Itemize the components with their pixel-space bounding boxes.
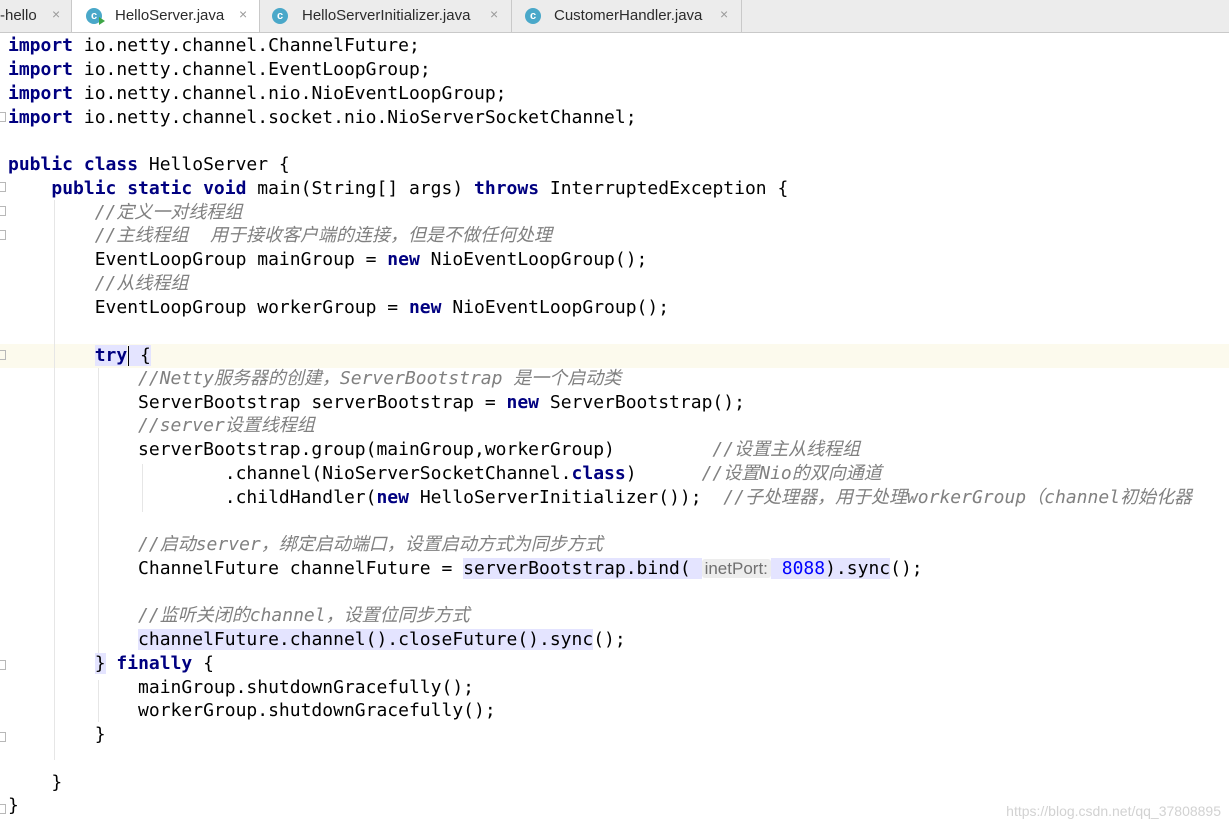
code-line-1: import io.netty.channel.ChannelFuture; — [8, 35, 420, 56]
java-class-runnable-icon: c — [86, 8, 105, 25]
code-line-32: } — [8, 772, 63, 793]
code-line-8: //定义一对线程组 — [94, 202, 243, 223]
code-line-26: channelFuture.channel().closeFuture().sy… — [138, 629, 626, 650]
tab-helloserverinitializer[interactable]: c HelloServerInitializer.java × — [260, 0, 512, 32]
current-line-highlight — [0, 344, 1229, 368]
parameter-hint: inetPort: — [701, 559, 771, 578]
code-editor[interactable]: import io.netty.channel.ChannelFuture; i… — [0, 34, 1229, 827]
java-class-icon: c — [272, 8, 288, 24]
watermark: https://blog.csdn.net/qq_37808895 — [1006, 803, 1221, 819]
code-line-15: //Netty服务器的创建，ServerBootstrap 是一个启动类 — [138, 368, 622, 389]
code-line-10: EventLoopGroup mainGroup = new NioEventL… — [8, 249, 648, 270]
code-line-6: public class HelloServer { — [8, 154, 290, 175]
close-icon[interactable]: × — [720, 6, 728, 22]
code-line-33: } — [8, 795, 19, 816]
code-line-11: //从线程组 — [94, 273, 189, 294]
fold-marker-icon[interactable] — [0, 206, 6, 216]
code-line-25: //监听关闭的channel，设置位同步方式 — [138, 605, 470, 626]
fold-marker-icon[interactable] — [0, 660, 6, 670]
tab-hello[interactable]: -hello × — [0, 0, 72, 32]
close-icon[interactable]: × — [490, 6, 498, 22]
fold-marker-icon[interactable] — [0, 732, 6, 742]
code-line-17: //server设置线程组 — [138, 415, 315, 436]
fold-marker-icon[interactable] — [0, 230, 6, 240]
fold-marker-icon[interactable] — [0, 182, 6, 192]
code-line-22: //启动server，绑定启动端口，设置启动方式为同步方式 — [138, 534, 603, 555]
code-line-23: ChannelFuture channelFuture = serverBoot… — [8, 558, 923, 579]
code-line-16: ServerBootstrap serverBootstrap = new Se… — [8, 392, 745, 413]
code-line-14: try { — [94, 345, 151, 366]
code-line-4: import io.netty.channel.socket.nio.NioSe… — [8, 107, 637, 128]
code-line-3: import io.netty.channel.nio.NioEventLoop… — [8, 83, 507, 104]
code-line-30: } — [8, 724, 106, 745]
code-line-27: } finally { — [94, 653, 214, 674]
code-line-29: workerGroup.shutdownGracefully(); — [8, 700, 496, 721]
java-class-icon: c — [525, 8, 541, 24]
fold-marker-icon[interactable] — [0, 804, 6, 814]
fold-marker-icon[interactable] — [0, 112, 6, 122]
code-line-2: import io.netty.channel.EventLoopGroup; — [8, 59, 431, 80]
code-line-28: mainGroup.shutdownGracefully(); — [8, 677, 474, 698]
tab-customerhandler[interactable]: c CustomerHandler.java × — [512, 0, 742, 32]
close-icon[interactable]: × — [52, 6, 60, 22]
code-line-18: serverBootstrap.group(mainGroup,workerGr… — [8, 439, 861, 460]
tab-label: -hello — [0, 7, 37, 24]
tab-label: HelloServerInitializer.java — [302, 7, 471, 24]
code-line-9: //主线程组 用于接收客户端的连接，但是不做任何处理 — [94, 225, 553, 246]
tab-helloserver[interactable]: c HelloServer.java × — [72, 0, 260, 32]
code-line-19: .channel(NioServerSocketChannel.class) /… — [8, 463, 882, 484]
tab-label: CustomerHandler.java — [554, 7, 703, 24]
tab-label: HelloServer.java — [115, 7, 225, 24]
code-line-12: EventLoopGroup workerGroup = new NioEven… — [8, 297, 670, 318]
code-line-20: .childHandler(new HelloServerInitializer… — [8, 487, 1193, 508]
code-line-7: public static void main(String[] args) t… — [51, 178, 789, 199]
close-icon[interactable]: × — [239, 6, 247, 22]
editor-tab-bar: -hello × c HelloServer.java × c HelloSer… — [0, 0, 1229, 33]
fold-marker-icon[interactable] — [0, 350, 6, 360]
